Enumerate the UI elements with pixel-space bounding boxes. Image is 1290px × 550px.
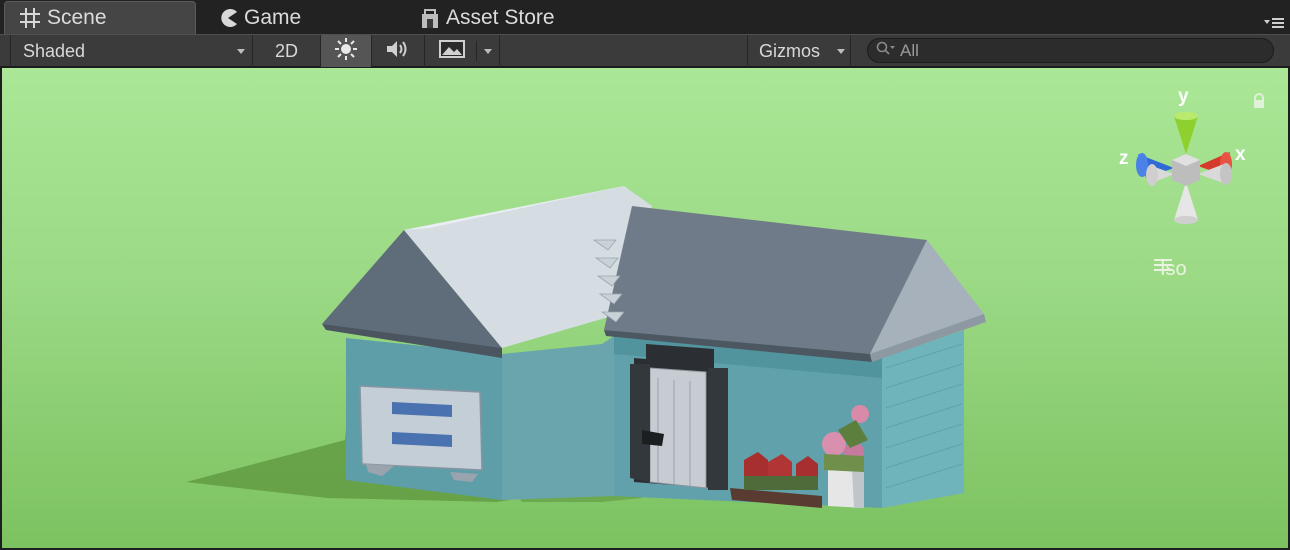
search-input[interactable] — [896, 40, 1260, 61]
effects-dropdown[interactable] — [425, 35, 500, 67]
lighting-toggle-button[interactable] — [321, 35, 372, 67]
tab-label: Scene — [47, 6, 107, 29]
divider — [476, 41, 477, 61]
chevron-down-icon — [484, 49, 492, 54]
y-axis-label: y — [1178, 86, 1189, 107]
tab-game[interactable]: Game — [218, 1, 398, 34]
store-icon — [420, 7, 440, 29]
pacman-icon — [218, 8, 238, 28]
scene-viewport[interactable]: y z x Iso — [2, 68, 1288, 548]
2d-label: 2D — [274, 40, 298, 61]
draw-mode-label: Shaded — [23, 40, 86, 61]
speaker-icon — [385, 38, 411, 65]
door — [630, 344, 728, 490]
2d-toggle-button[interactable]: 2D — [253, 35, 321, 67]
draw-mode-dropdown[interactable]: Shaded — [10, 35, 253, 67]
tab-label: Game — [244, 5, 302, 29]
audio-toggle-button[interactable] — [372, 35, 425, 67]
tab-asset-store[interactable]: Asset Store — [420, 1, 630, 34]
search-icon — [876, 41, 896, 60]
x-axis-label: x — [1235, 144, 1246, 165]
tab-scene[interactable]: Scene — [4, 1, 196, 34]
chevron-down-icon — [837, 49, 845, 54]
left-wall-side — [502, 336, 614, 500]
grid-icon — [19, 7, 41, 29]
gizmos-label: Gizmos — [759, 40, 821, 61]
search-field[interactable] — [867, 38, 1274, 63]
scene-toolbar: Shaded 2D Gizmos All — [0, 34, 1290, 67]
chevron-down-icon — [237, 49, 245, 54]
projection-toggle[interactable]: Iso — [1154, 258, 1187, 281]
scene-canvas[interactable] — [2, 68, 1288, 548]
tab-label: Asset Store — [446, 5, 555, 29]
sun-icon — [335, 37, 357, 65]
landscape-icon — [439, 39, 465, 64]
window — [359, 385, 483, 482]
panel-menu-icon[interactable] — [1264, 14, 1284, 32]
gizmos-dropdown[interactable]: Gizmos — [747, 35, 851, 67]
z-axis-label: z — [1119, 148, 1129, 169]
tab-bar: Scene Game Asset Store — [0, 0, 1290, 34]
